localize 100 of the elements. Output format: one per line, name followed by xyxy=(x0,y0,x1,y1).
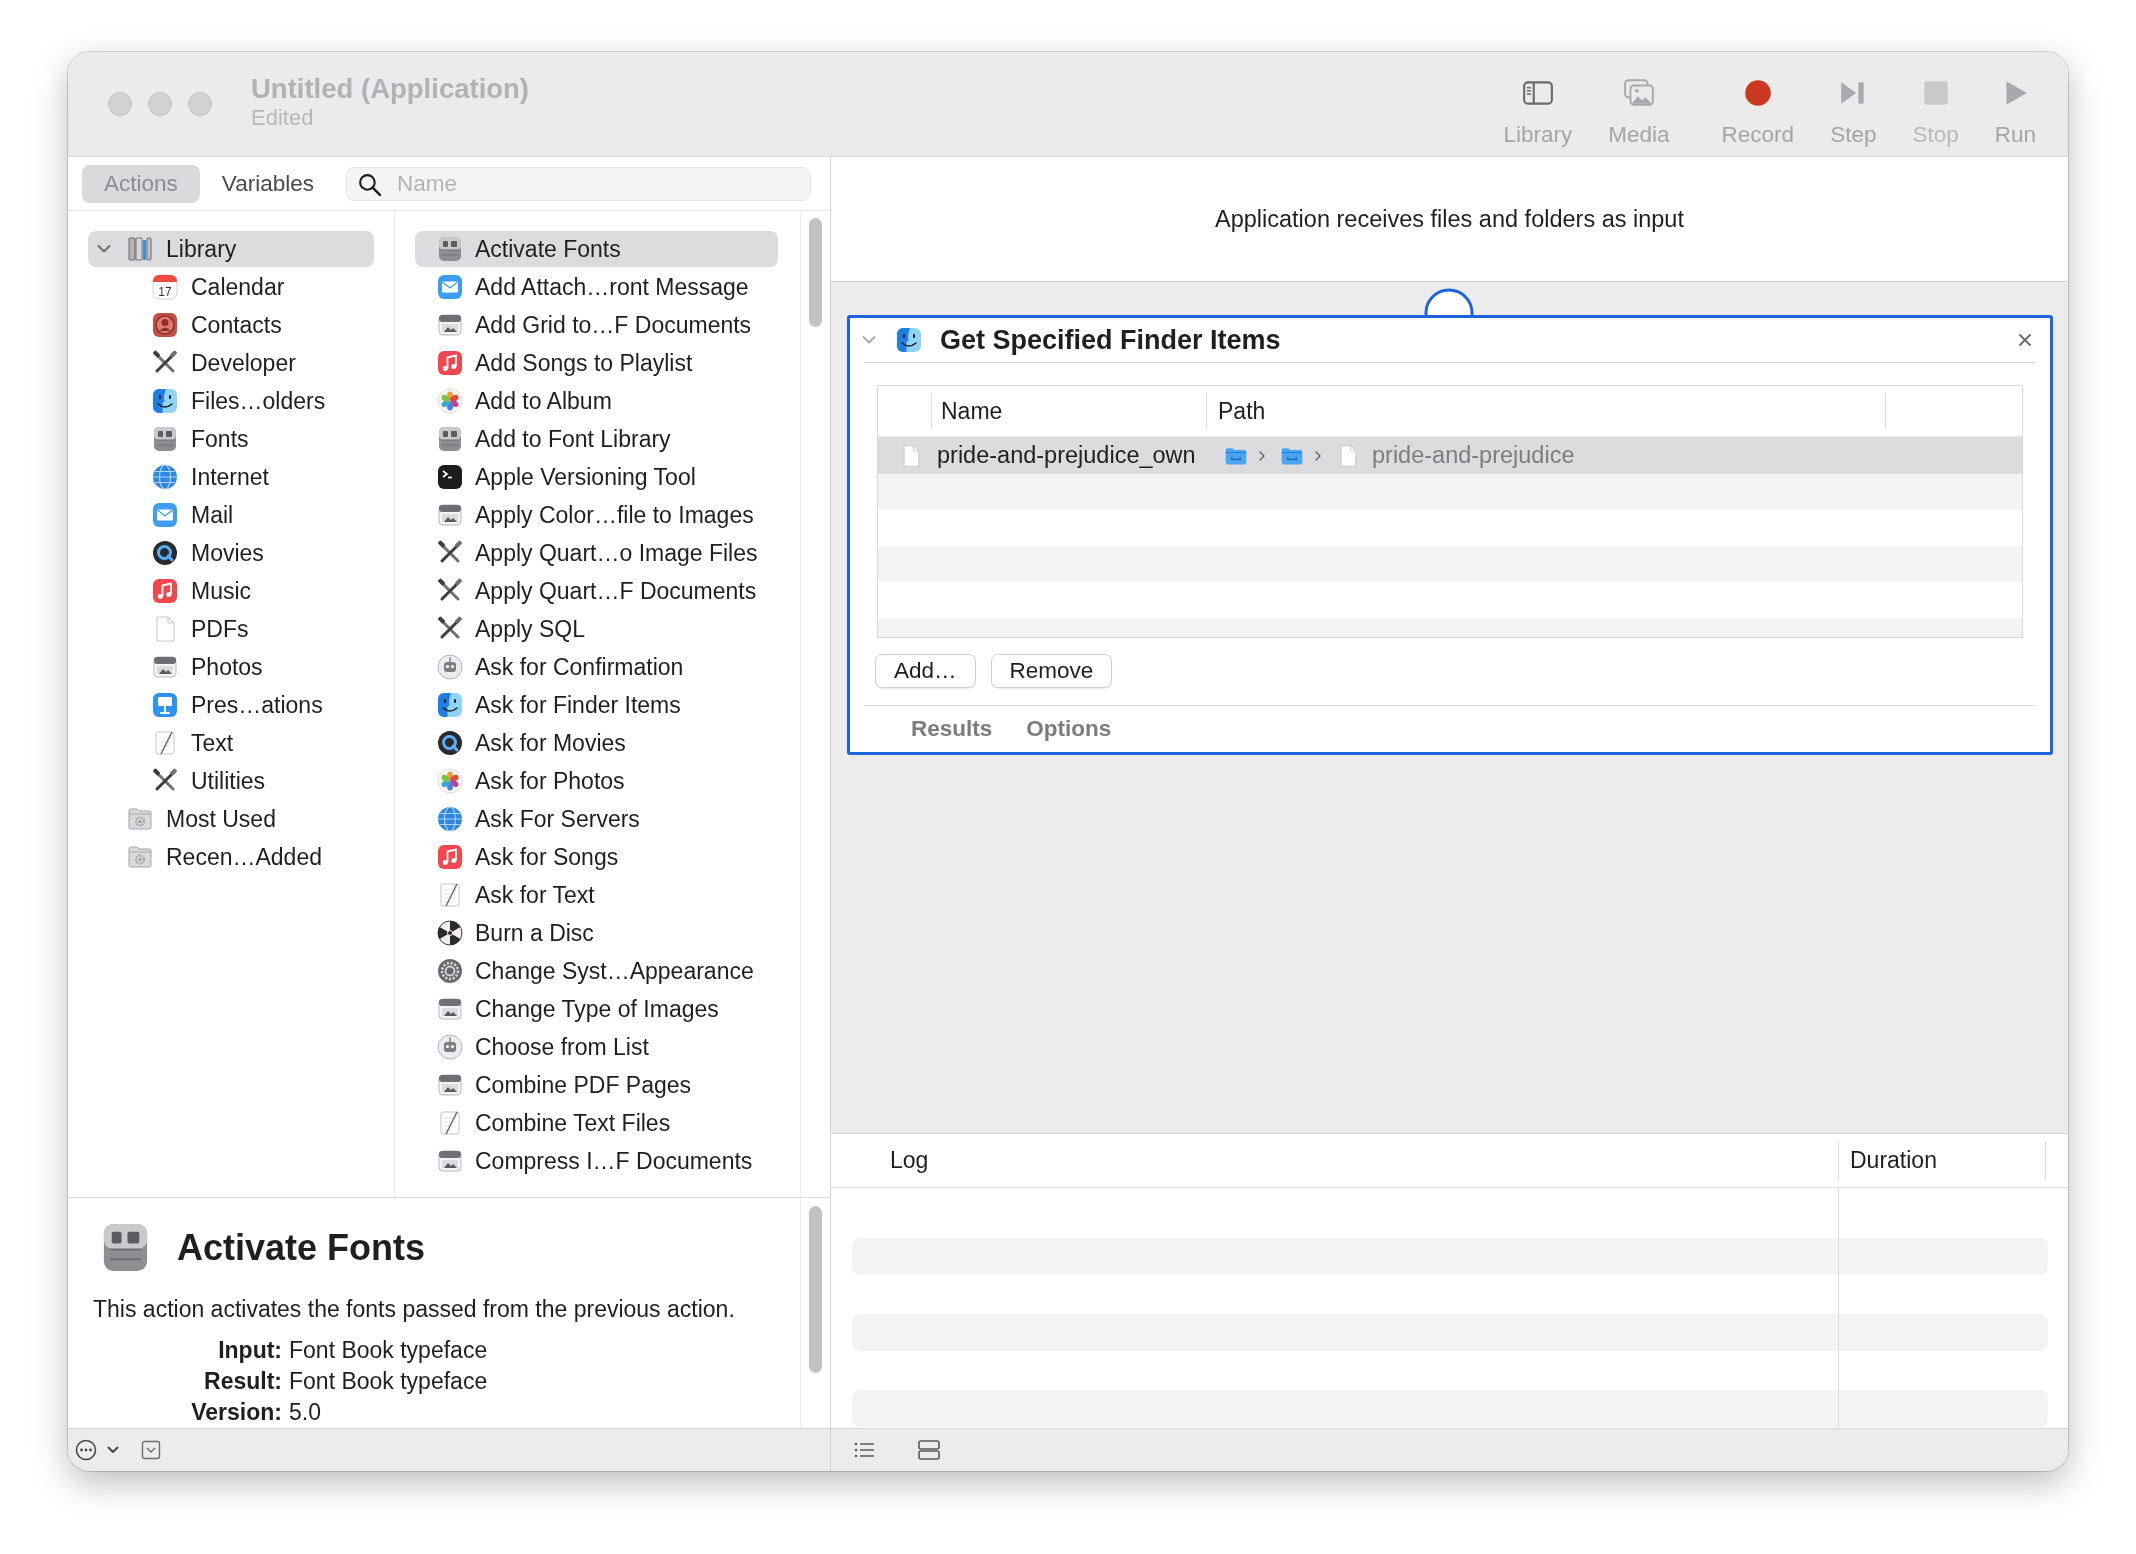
flower-icon xyxy=(436,387,464,415)
workflow-input-note: Application receives files and folders as input xyxy=(1215,205,1684,233)
library-item[interactable]: Library xyxy=(88,231,374,267)
action-item[interactable]: Ask for Text xyxy=(415,877,778,913)
push-button[interactable]: Remove xyxy=(990,654,1113,688)
radiation-disc-icon xyxy=(436,919,464,947)
action-item[interactable]: Add Grid to…F Documents xyxy=(415,307,778,343)
chevron-down-icon[interactable] xyxy=(107,1444,119,1456)
smiling-face-icon xyxy=(895,326,923,354)
action-item[interactable]: Apply SQL xyxy=(415,611,778,647)
lens-disc-icon xyxy=(436,729,464,757)
action-item[interactable]: Apply Quart…o Image Files xyxy=(415,535,778,571)
search-field[interactable]: Name xyxy=(346,166,811,201)
gear-folder-icon xyxy=(126,843,154,871)
action-description: This action activates the fonts passed from the previous action. xyxy=(93,1295,736,1324)
photo-stack-icon xyxy=(436,311,464,339)
podium-icon xyxy=(151,691,179,719)
field-value: 5.0 xyxy=(289,1398,322,1427)
robot-icon xyxy=(436,1033,464,1061)
action-item[interactable]: Add to Font Library xyxy=(415,421,778,457)
scrollbar-thumb[interactable] xyxy=(809,218,822,327)
action-item[interactable]: Choose from List xyxy=(415,1029,778,1065)
photo-stack-icon xyxy=(436,1071,464,1099)
library-item[interactable]: Movies xyxy=(88,535,374,571)
action-item[interactable]: Combine PDF Pages xyxy=(415,1067,778,1103)
gear-folder-icon xyxy=(126,805,154,833)
action-item[interactable]: Activate Fonts xyxy=(415,231,778,267)
field-label: Result: xyxy=(203,1367,282,1396)
split-rows-icon[interactable] xyxy=(917,1439,941,1461)
flower-icon xyxy=(436,767,464,795)
library-item[interactable]: Utilities xyxy=(88,763,374,799)
music-note-icon xyxy=(436,843,464,871)
file-row[interactable]: pride-and-prejudice_own pride-and-prejudice xyxy=(878,437,2022,474)
library-item[interactable]: PDFs xyxy=(88,611,374,647)
view-button[interactable]: Options xyxy=(1023,714,1115,744)
field-value: Font Book typeface xyxy=(289,1336,488,1365)
action-title: Activate Fonts xyxy=(177,1225,426,1270)
action-item[interactable]: Ask for Songs xyxy=(415,839,778,875)
library-item[interactable]: Music xyxy=(88,573,374,609)
smiling-face-icon xyxy=(151,387,179,415)
action-item[interactable]: Add Songs to Playlist xyxy=(415,345,778,381)
action-item[interactable]: Ask for Confirmation xyxy=(415,649,778,685)
action-item[interactable]: Combine Text Files xyxy=(415,1105,778,1141)
library-item[interactable]: Mail xyxy=(88,497,374,533)
smiling-face-icon xyxy=(436,691,464,719)
photo-stack-icon xyxy=(436,501,464,529)
window-title: Untitled (Application) xyxy=(251,72,530,105)
action-item[interactable]: Add to Album xyxy=(415,383,778,419)
action-item[interactable]: Apply Quart…F Documents xyxy=(415,573,778,609)
file-name: pride-and-prejudice_own xyxy=(937,442,1196,469)
action-item[interactable]: Apple Versioning Tool xyxy=(415,459,778,495)
globe-icon xyxy=(436,805,464,833)
photo-stack-icon xyxy=(436,1147,464,1175)
action-item[interactable]: Apply Color…file to Images xyxy=(415,497,778,533)
lined-tile-icon xyxy=(151,425,179,453)
library-item[interactable]: Contacts xyxy=(88,307,374,343)
library-item[interactable]: Recen…Added xyxy=(88,839,374,875)
library-item[interactable]: Internet xyxy=(88,459,374,495)
library-item[interactable]: Files…olders xyxy=(88,383,374,419)
photo-stack-icon xyxy=(436,995,464,1023)
close-icon[interactable] xyxy=(2017,332,2033,348)
action-item[interactable]: Ask for Finder Items xyxy=(415,687,778,723)
action-item[interactable]: Burn a Disc xyxy=(415,915,778,951)
envelope-icon xyxy=(436,273,464,301)
library-item[interactable]: Fonts xyxy=(88,421,374,457)
action-item[interactable]: Compress I…F Documents xyxy=(415,1143,778,1179)
column-header[interactable]: Name xyxy=(931,393,1206,429)
library-item[interactable]: Pres…ations xyxy=(88,687,374,723)
lined-tile-icon xyxy=(436,425,464,453)
column-header[interactable]: Log xyxy=(890,1147,929,1173)
action-item[interactable]: Ask For Servers xyxy=(415,801,778,837)
library-item[interactable]: Photos xyxy=(88,649,374,685)
globe-icon xyxy=(151,463,179,491)
chevron-right-icon xyxy=(1314,449,1322,462)
view-button[interactable]: Results xyxy=(908,714,996,744)
action-item[interactable]: Add Attach…ront Message xyxy=(415,269,778,305)
photos-icon xyxy=(1622,77,1655,109)
library-item[interactable]: Developer xyxy=(88,345,374,381)
library-item[interactable]: Text xyxy=(88,725,374,761)
library-item[interactable]: 17 Calendar xyxy=(88,269,374,305)
field-label: Input: xyxy=(217,1336,282,1365)
lens-disc-icon xyxy=(151,539,179,567)
square-chevron-icon[interactable] xyxy=(141,1440,161,1460)
more-icon[interactable] xyxy=(75,1439,97,1461)
gear-icon xyxy=(436,957,464,985)
sidebar-tab[interactable]: Variables xyxy=(199,164,336,203)
column-header[interactable]: Duration xyxy=(1850,1147,1937,1174)
action-item[interactable]: Change Syst…Appearance xyxy=(415,953,778,989)
books-icon xyxy=(126,235,154,263)
action-card[interactable]: Get Specified Finder Items Name Path pride-and-prejudice_own pride-and-prejudice Add… Remove Results Options xyxy=(847,315,2053,755)
calendar-icon: 17 xyxy=(151,273,179,301)
library-item[interactable]: Most Used xyxy=(88,801,374,837)
push-button[interactable]: Add… xyxy=(875,654,976,688)
contact-card-icon xyxy=(151,311,179,339)
action-item[interactable]: Ask for Photos xyxy=(415,763,778,799)
action-item[interactable]: Change Type of Images xyxy=(415,991,778,1027)
action-item[interactable]: Ask for Movies xyxy=(415,725,778,761)
scrollbar-thumb[interactable] xyxy=(809,1206,822,1373)
robot-icon xyxy=(436,653,464,681)
column-header[interactable]: Path xyxy=(1206,393,1885,429)
